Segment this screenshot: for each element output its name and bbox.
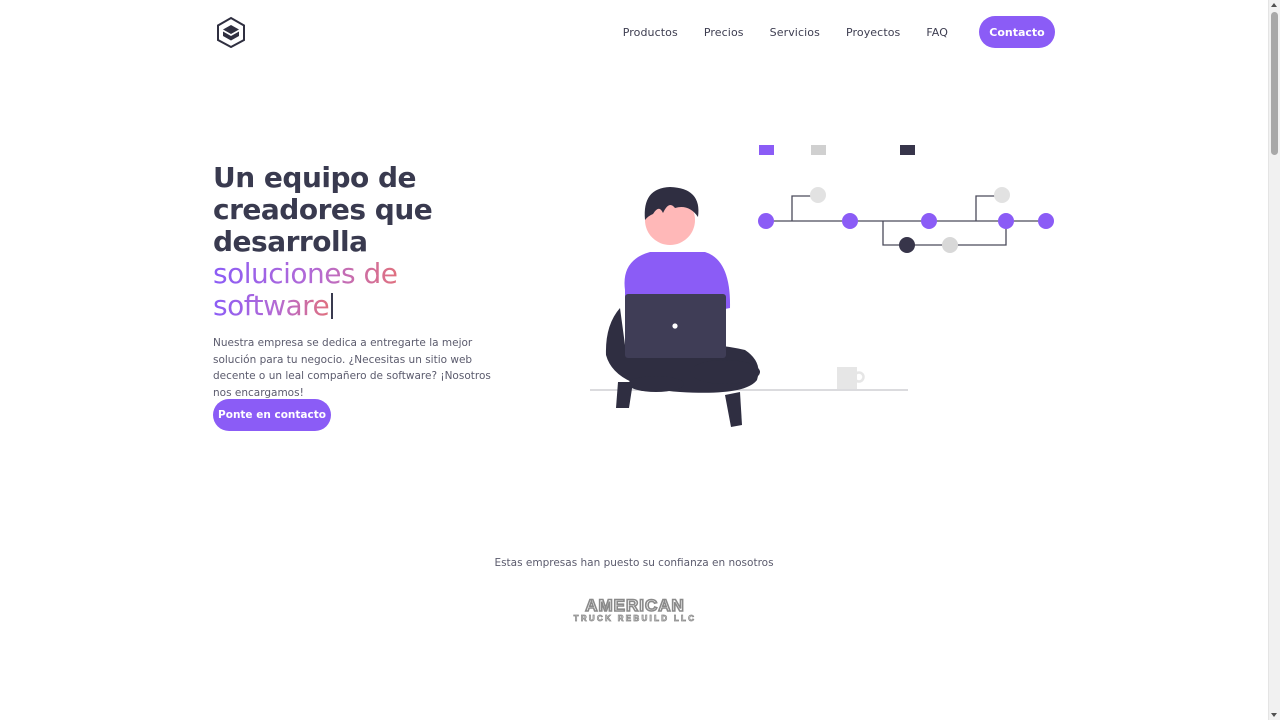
scroll-down-icon[interactable] (1271, 713, 1277, 717)
person-figure (605, 187, 760, 427)
nav-item-proyectos[interactable]: Proyectos (846, 26, 900, 39)
hero-title-line-1: Un equipo de (213, 161, 417, 194)
client-logo-line-2: TRUCK REBUILD LLC (573, 614, 697, 624)
nav-item-servicios[interactable]: Servicios (770, 26, 820, 39)
hero-description: Nuestra empresa se dedica a entregarte l… (213, 337, 491, 399)
client-logo-american-truck-rebuild: AMERICAN TRUCK REBUILD LLC (570, 596, 700, 624)
mug-icon (837, 367, 865, 389)
get-in-touch-button[interactable]: Ponte en contacto (213, 399, 331, 431)
page-scrollbar[interactable] (1268, 0, 1280, 720)
legend-square-purple (759, 145, 774, 155)
hero-title-line-2: creadores que (213, 193, 433, 226)
nav-item-precios[interactable]: Precios (704, 26, 744, 39)
hero-title-highlight-2: software (213, 289, 330, 322)
hero-title-line-3: desarrolla (213, 225, 368, 258)
client-logo-line-1: AMERICAN (584, 596, 685, 615)
git-graph-nodes (758, 187, 1054, 253)
scroll-thumb[interactable] (1271, 12, 1278, 155)
legend-square-gray (811, 145, 826, 155)
typing-cursor (331, 293, 334, 319)
hero-title-highlight-1: soluciones de (213, 257, 398, 290)
hero-illustration (590, 145, 1054, 427)
trust-text: Estas empresas han puesto su confianza e… (494, 557, 774, 569)
hero-title: Un equipo de creadores que desarrolla so… (213, 162, 513, 322)
nav-item-productos[interactable]: Productos (623, 26, 678, 39)
nav-item-faq[interactable]: FAQ (926, 26, 948, 39)
scroll-up-icon[interactable] (1271, 3, 1277, 7)
brand-logo-icon[interactable] (215, 16, 247, 48)
legend-square-dark (900, 145, 915, 155)
main-nav: Productos Precios Servicios Proyectos FA… (597, 16, 1055, 48)
contact-button[interactable]: Contacto (979, 16, 1055, 48)
